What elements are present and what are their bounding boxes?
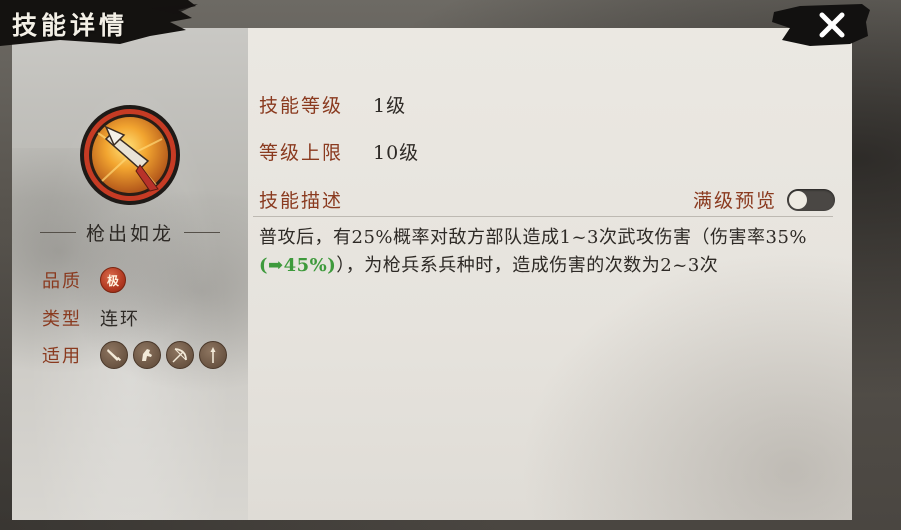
name-rule-right <box>184 231 220 233</box>
title-banner: 技能详情 <box>0 0 200 46</box>
description-text-part1: 普攻后，有25%概率对敌方部队造成1~3次武攻伤害（伤害率35% <box>259 227 807 248</box>
description-text-part2: ），为枪兵系兵种时，造成伤害的次数为2~3次 <box>336 255 719 276</box>
max-level-value: 10级 <box>373 141 420 164</box>
description-label: 技能描述 <box>259 190 344 212</box>
applies-label: 适用 <box>42 346 82 367</box>
skill-level-label: 技能等级 <box>259 94 344 117</box>
bow-unit-icon[interactable] <box>166 341 194 369</box>
type-label: 类型 <box>42 309 82 330</box>
sword-unit-icon[interactable] <box>100 341 128 369</box>
skill-summary-panel: 枪出如龙 品质 极 类型 连环 适用 <box>12 28 248 520</box>
applies-row: 适用 <box>42 341 227 369</box>
skill-name: 枪出如龙 <box>85 222 174 245</box>
type-value: 连环 <box>100 309 140 330</box>
skill-name-row: 枪出如龙 <box>12 220 248 245</box>
skill-description: 普攻后，有25%概率对敌方部队造成1~3次武攻伤害（伤害率35% (➡45%)），… <box>259 224 839 280</box>
description-bonus-value: (➡45%) <box>259 255 337 276</box>
max-preview-label: 满级预览 <box>692 190 777 212</box>
spear-unit-icon[interactable] <box>199 341 227 369</box>
skill-level-value: 1级 <box>373 94 407 117</box>
skill-details-panel: 技能等级 1级 等级上限 10级 技能描述 满级预览 普攻后，有25%概率对敌方… <box>248 28 852 520</box>
max-preview-control: 满级预览 <box>693 186 835 213</box>
max-preview-toggle[interactable] <box>787 188 835 211</box>
toggle-knob <box>789 190 807 209</box>
unit-type-icons <box>100 341 227 369</box>
name-rule-left <box>39 231 76 233</box>
quality-badge: 极 <box>100 267 126 293</box>
quality-label: 品质 <box>42 271 82 292</box>
description-header: 技能描述 满级预览 <box>259 186 835 216</box>
type-row: 类型 连环 <box>42 305 140 331</box>
cavalry-unit-icon[interactable] <box>133 341 161 369</box>
description-divider <box>253 216 833 217</box>
max-level-label: 等级上限 <box>259 141 344 164</box>
max-level-row: 等级上限 10级 <box>259 136 419 166</box>
window-title: 技能详情 <box>12 11 129 40</box>
skill-detail-screen: 枪出如龙 品质 极 类型 连环 适用 技能等级 1级 等级上限 10级 技能描述… <box>0 0 901 530</box>
quality-row: 品质 极 <box>42 267 126 293</box>
close-button[interactable] <box>770 2 870 48</box>
spear-tip-icon <box>78 103 182 207</box>
skill-level-row: 技能等级 1级 <box>259 89 406 119</box>
